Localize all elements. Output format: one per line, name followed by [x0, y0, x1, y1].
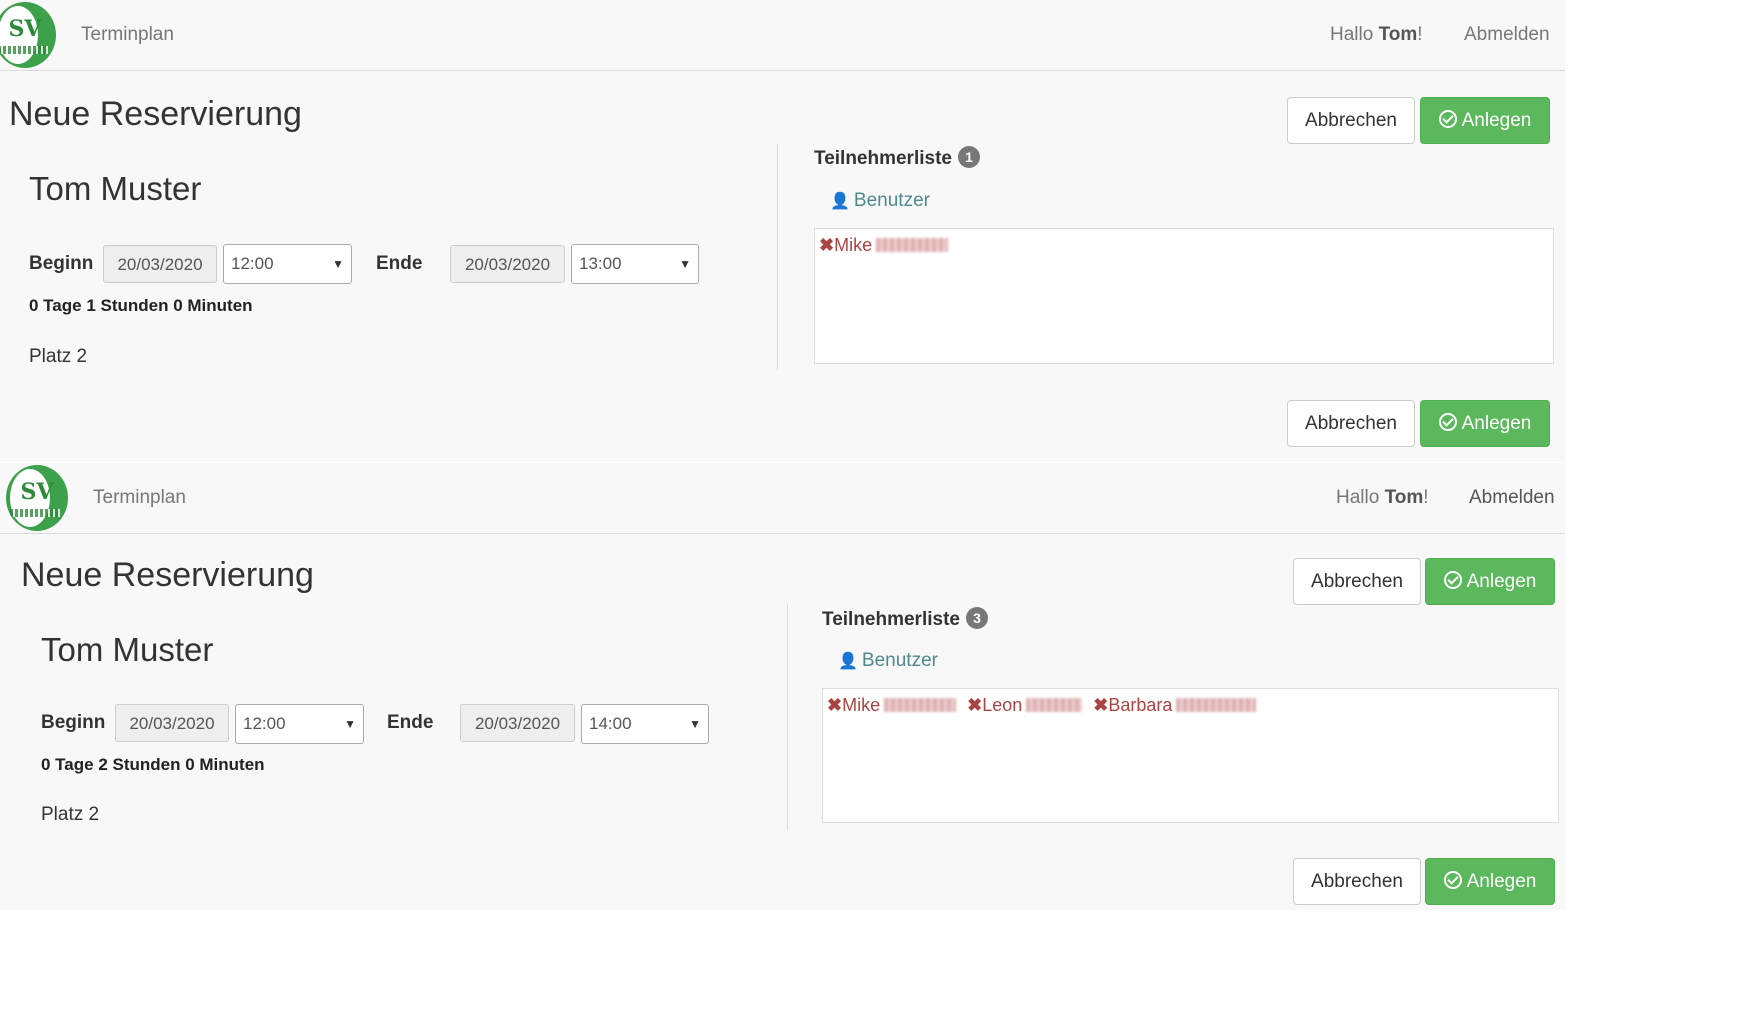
- nav-brand-terminplan[interactable]: Terminplan: [81, 24, 174, 46]
- end-time-select[interactable]: 14:00 ▼: [581, 704, 709, 744]
- create-button-top[interactable]: Anlegen: [1425, 558, 1555, 605]
- navbar: SV Terminplan Hallo Tom! Abmelden: [0, 463, 1565, 534]
- begin-date-field[interactable]: 20/03/2020: [115, 704, 229, 742]
- participants-title: Teilnehmerliste 1: [814, 146, 980, 170]
- add-user-link[interactable]: 👤 Benutzer: [838, 650, 938, 672]
- end-time-select[interactable]: 13:00 ▼: [571, 244, 699, 284]
- participants-count-badge: 1: [957, 146, 980, 168]
- remove-icon[interactable]: ✖: [827, 695, 842, 715]
- nav-brand-terminplan[interactable]: Terminplan: [93, 487, 186, 509]
- check-circle-icon: [1443, 571, 1462, 589]
- end-label: Ende: [376, 253, 423, 274]
- remove-icon[interactable]: ✖: [819, 235, 834, 255]
- remove-icon[interactable]: ✖: [967, 695, 982, 715]
- begin-label: Beginn: [41, 712, 106, 733]
- create-button-top[interactable]: Anlegen: [1420, 97, 1550, 144]
- cancel-button-top[interactable]: Abbrechen: [1287, 97, 1415, 144]
- end-label: Ende: [387, 712, 434, 733]
- place-text: Platz 2: [29, 346, 88, 367]
- column-divider: [787, 604, 788, 830]
- add-user-link[interactable]: 👤 Benutzer: [830, 190, 930, 212]
- reservation-screen-1: SV Terminplan Hallo Tom! Abmelden Neue R…: [0, 0, 1565, 462]
- end-date-field[interactable]: 20/03/2020: [460, 704, 575, 742]
- person-name: Tom Muster: [29, 170, 202, 207]
- participants-count-badge: 3: [965, 607, 988, 629]
- cancel-button-top[interactable]: Abbrechen: [1293, 558, 1421, 605]
- begin-time-select[interactable]: 12:00 ▼: [223, 244, 352, 284]
- create-button-bottom[interactable]: Anlegen: [1420, 400, 1550, 447]
- caret-down-icon: ▼: [344, 717, 356, 731]
- create-button-bottom[interactable]: Anlegen: [1425, 858, 1555, 905]
- participants-title: Teilnehmerliste 3: [822, 607, 988, 631]
- participant-chip[interactable]: ✖Mike: [827, 695, 957, 715]
- club-logo[interactable]: SV: [6, 465, 68, 531]
- cancel-button-bottom[interactable]: Abbrechen: [1293, 858, 1421, 905]
- duration-text: 0 Tage 2 Stunden 0 Minuten: [41, 755, 265, 774]
- begin-label: Beginn: [29, 253, 94, 274]
- caret-down-icon: ▼: [679, 257, 691, 271]
- participants-box: ✖Mike: [814, 228, 1554, 364]
- user-icon: 👤: [838, 653, 858, 670]
- user-greeting: Hallo Tom!: [1336, 487, 1429, 508]
- club-logo[interactable]: SV: [0, 2, 56, 68]
- column-divider: [777, 144, 778, 370]
- logout-link[interactable]: Abmelden: [1469, 487, 1555, 509]
- reservation-screen-2: SV Terminplan Hallo Tom! Abmelden Neue R…: [0, 463, 1565, 910]
- page-title: Neue Reservierung: [21, 556, 314, 594]
- end-date-field[interactable]: 20/03/2020: [450, 245, 565, 283]
- participant-chip[interactable]: ✖Leon: [967, 695, 1083, 715]
- remove-icon[interactable]: ✖: [1093, 695, 1108, 715]
- navbar: SV Terminplan Hallo Tom! Abmelden: [0, 0, 1565, 71]
- caret-down-icon: ▼: [332, 257, 344, 271]
- page-title: Neue Reservierung: [9, 95, 302, 133]
- participants-box: ✖Mike ✖Leon ✖Barbara: [822, 688, 1559, 823]
- begin-date-field[interactable]: 20/03/2020: [103, 245, 217, 283]
- duration-text: 0 Tage 1 Stunden 0 Minuten: [29, 296, 253, 315]
- check-circle-icon: [1438, 413, 1457, 431]
- caret-down-icon: ▼: [689, 717, 701, 731]
- place-text: Platz 2: [41, 804, 100, 825]
- user-icon: 👤: [830, 193, 850, 210]
- check-circle-icon: [1443, 871, 1462, 889]
- person-name: Tom Muster: [41, 631, 214, 668]
- check-circle-icon: [1438, 110, 1457, 128]
- logout-link[interactable]: Abmelden: [1464, 24, 1550, 46]
- begin-time-select[interactable]: 12:00 ▼: [235, 704, 364, 744]
- participant-chip[interactable]: ✖Barbara: [1093, 695, 1257, 715]
- user-greeting: Hallo Tom!: [1330, 24, 1423, 45]
- participant-chip[interactable]: ✖Mike: [819, 235, 949, 255]
- cancel-button-bottom[interactable]: Abbrechen: [1287, 400, 1415, 447]
